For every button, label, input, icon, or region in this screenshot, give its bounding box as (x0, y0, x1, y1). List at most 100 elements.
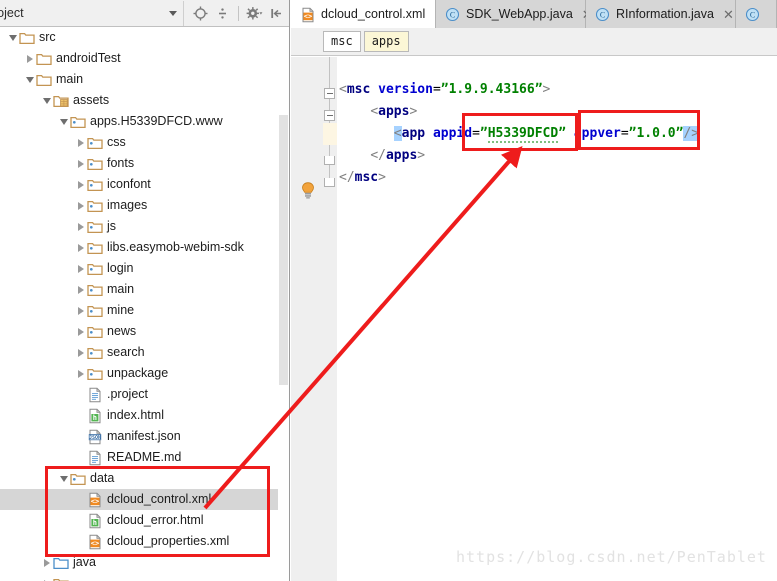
tree-item-manifest-json[interactable]: JSON manifest.json (0, 426, 289, 447)
tree-item-src[interactable]: src (0, 27, 289, 48)
tree-item-js[interactable]: js (0, 216, 289, 237)
chevron-right-icon[interactable] (74, 342, 87, 363)
chevron-down-glyph (59, 475, 68, 482)
tree-item-images[interactable]: images (0, 195, 289, 216)
chevron-right-icon[interactable] (40, 573, 53, 581)
tree-scrollbar-track[interactable] (278, 27, 289, 581)
project-view-selector[interactable]: roject (0, 0, 184, 26)
editor-gutter[interactable] (291, 57, 324, 581)
tree-item-mine[interactable]: mine (0, 300, 289, 321)
svg-text:<>: <> (91, 497, 99, 505)
tree-item-label: assets (73, 93, 110, 107)
breadcrumb-apps[interactable]: apps (363, 31, 409, 52)
fold-end-apps[interactable] (324, 156, 335, 165)
tree-item-dcloud-error-html[interactable]: h dcloud_error.html (0, 510, 289, 531)
chevron-right-icon[interactable] (74, 258, 87, 279)
tree-item-data[interactable]: data (0, 468, 289, 489)
breadcrumb-msc[interactable]: msc (323, 31, 361, 52)
tree-item-project[interactable]: .project (0, 384, 289, 405)
tree-item-main[interactable]: main (0, 279, 289, 300)
chevron-right-icon[interactable] (74, 321, 87, 342)
tree-item-libs-easymob-webim-sdk[interactable]: libs.easymob-webim-sdk (0, 237, 289, 258)
chevron-down-icon[interactable] (40, 90, 53, 111)
project-tree[interactable]: src androidTest main assets apps.H5339DF… (0, 27, 289, 581)
tree-item-label: unpackage (107, 366, 169, 380)
editor-tab-sdk-webapp-java[interactable]: C SDK_WebApp.java✕ (436, 0, 593, 28)
tree-scrollbar-thumb[interactable] (279, 115, 288, 385)
folder-icon (36, 72, 52, 88)
folder-web-icon (87, 366, 103, 382)
tree-item-label: src (39, 30, 56, 44)
collapse-all-icon[interactable] (212, 3, 233, 24)
tree-item-label: iconfont (107, 177, 151, 191)
tree-item-iconfont[interactable]: iconfont (0, 174, 289, 195)
value-version: 1.9.9.43166 (448, 82, 535, 97)
folder-assets-icon (53, 93, 69, 109)
editor-tab-dcloud-control-xml[interactable]: <> dcloud_control.xml✕ (291, 0, 445, 28)
lt-3: < (393, 126, 402, 141)
editor-tab-partial[interactable]: C (736, 0, 777, 28)
tree-item-search[interactable]: search (0, 342, 289, 363)
svg-text:<>: <> (91, 539, 99, 547)
hide-panel-icon[interactable] (266, 3, 287, 24)
tree-item-readme-md[interactable]: README.md (0, 447, 289, 468)
chevron-right-icon[interactable] (74, 195, 87, 216)
chevron-right-icon[interactable] (40, 552, 53, 573)
tree-item-index-html[interactable]: h index.html (0, 405, 289, 426)
chevron-right-icon[interactable] (74, 174, 87, 195)
xml-code-content[interactable]: <msc version=ˮ1.9.9.43166ˮ> <apps> <app … (337, 57, 777, 581)
tag-apps-close: apps (385, 148, 418, 163)
chevron-down-icon[interactable] (23, 69, 36, 90)
chevron-right-icon[interactable] (74, 132, 87, 153)
folder-web-icon (70, 471, 86, 487)
chevron-right-icon[interactable] (74, 279, 87, 300)
chevron-right-icon[interactable] (23, 48, 36, 69)
chevron-right-icon[interactable] (74, 300, 87, 321)
tree-item-androidtest[interactable]: androidTest (0, 48, 289, 69)
tree-item[interactable] (0, 573, 289, 581)
folder-web-icon (70, 114, 86, 130)
tree-item-apps-h5339dfcd-www[interactable]: apps.H5339DFCD.www (0, 111, 289, 132)
folder-web-icon (87, 261, 103, 277)
settings-gear-icon[interactable] (244, 3, 265, 24)
chevron-right-icon[interactable] (74, 153, 87, 174)
tree-item-label: dcloud_properties.xml (107, 534, 230, 548)
chevron-right-glyph (77, 243, 84, 252)
tree-item-fonts[interactable]: fonts (0, 153, 289, 174)
fold-marker-msc[interactable] (324, 88, 335, 99)
chevron-right-glyph (77, 159, 84, 168)
tree-item-label: manifest.json (107, 429, 181, 443)
intention-lightbulb-icon[interactable] (301, 182, 315, 204)
fold-marker-apps[interactable] (324, 110, 335, 121)
project-toolbar: roject (0, 0, 289, 27)
tree-item-main[interactable]: main (0, 69, 289, 90)
chevron-right-glyph (77, 264, 84, 273)
chevron-right-icon[interactable] (74, 216, 87, 237)
quote-open-1: ˮ (440, 82, 449, 97)
tree-item-assets[interactable]: assets (0, 90, 289, 111)
locate-target-icon[interactable] (190, 3, 211, 24)
svg-text:C: C (750, 10, 755, 19)
tree-item-news[interactable]: news (0, 321, 289, 342)
folder-web-icon (87, 303, 103, 319)
chevron-right-icon[interactable] (74, 363, 87, 384)
tree-item-unpackage[interactable]: unpackage (0, 363, 289, 384)
chevron-right-icon[interactable] (74, 237, 87, 258)
close-icon[interactable]: ✕ (723, 8, 734, 21)
chevron-down-glyph (42, 97, 51, 104)
chevron-down-icon[interactable] (6, 27, 19, 48)
tree-item-login[interactable]: login (0, 258, 289, 279)
tree-item-label: fonts (107, 156, 135, 170)
chevron-down-icon[interactable] (57, 468, 70, 489)
folder-icon (53, 576, 69, 581)
chevron-down-icon[interactable] (57, 111, 70, 132)
tree-item-css[interactable]: css (0, 132, 289, 153)
tree-item-dcloud-properties-xml[interactable]: <> dcloud_properties.xml (0, 531, 289, 552)
editor-tab-rinformation-java[interactable]: C RInformation.java ✕ (586, 0, 736, 28)
tree-item-java[interactable]: java (0, 552, 289, 573)
slash-5: / (346, 170, 355, 185)
tree-item-dcloud-control-xml[interactable]: <> dcloud_control.xml (0, 489, 289, 510)
fold-end-msc[interactable] (324, 178, 335, 187)
code-line-1: <msc version=ˮ1.9.9.43166ˮ> (337, 79, 777, 101)
